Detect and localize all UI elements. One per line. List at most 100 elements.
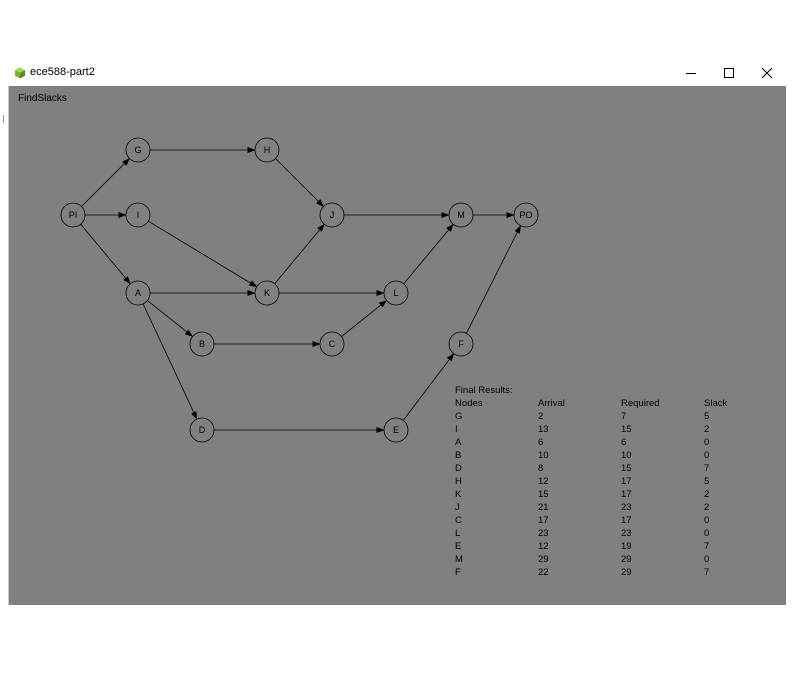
- cell-node: B: [455, 450, 462, 461]
- node-label: F: [458, 339, 464, 349]
- cell-node: J: [455, 502, 460, 513]
- node-label: PO: [519, 210, 532, 220]
- cell-arrival: 6: [538, 437, 544, 448]
- node-label: C: [329, 339, 336, 349]
- cell-required: 17: [621, 476, 632, 487]
- cell-required: 23: [621, 502, 632, 513]
- cell-arrival: 17: [538, 515, 549, 526]
- edge-a-b: [147, 300, 194, 337]
- cell-node: F: [455, 567, 461, 578]
- table-row: H 12 17 5: [455, 475, 744, 488]
- header-arrival: Arrival: [538, 398, 565, 409]
- edge-pi-a: [80, 223, 131, 285]
- cell-arrival: 15: [538, 489, 549, 500]
- node-j: J: [319, 202, 345, 228]
- app-icon: [15, 67, 25, 79]
- cell-arrival: 2: [538, 411, 544, 422]
- edge-c-l: [341, 300, 388, 337]
- cell-slack: 7: [704, 567, 710, 578]
- table-row: E 12 19 7: [455, 540, 744, 553]
- minimize-button[interactable]: [672, 60, 710, 86]
- node-label: D: [199, 425, 206, 435]
- app-window: ece588-part2 PI G I A H K B D J C L E M F PO FindSlack…: [8, 60, 786, 605]
- client-area: PI G I A H K B D J C L E M F PO FindSlacks Final Resul…: [8, 86, 786, 605]
- node-k: K: [254, 280, 280, 306]
- cell-slack: 5: [704, 411, 710, 422]
- cell-slack: 0: [704, 554, 710, 565]
- cell-required: 17: [621, 515, 632, 526]
- cell-required: 7: [621, 411, 627, 422]
- table-row: F 22 29 7: [455, 566, 744, 579]
- node-label: K: [264, 288, 270, 298]
- cell-arrival: 22: [538, 567, 549, 578]
- cell-arrival: 10: [538, 450, 549, 461]
- cell-slack: 2: [704, 489, 710, 500]
- table-row: I 13 15 2: [455, 423, 744, 436]
- cell-arrival: 8: [538, 463, 544, 474]
- minimize-icon: [686, 73, 696, 74]
- close-button[interactable]: [748, 60, 786, 86]
- edge-e-f: [402, 353, 455, 421]
- cell-required: 23: [621, 528, 632, 539]
- cell-node: L: [455, 528, 461, 539]
- title-bar[interactable]: ece588-part2: [8, 60, 786, 86]
- cell-arrival: 12: [538, 476, 549, 487]
- cell-required: 10: [621, 450, 632, 461]
- results-table: Nodes Arrival Required Slack G 2 7 5 I 13 15 2 A…: [455, 397, 744, 579]
- results-header-row: Nodes Arrival Required Slack: [455, 397, 744, 410]
- cell-slack: 2: [704, 502, 710, 513]
- cell-slack: 0: [704, 437, 710, 448]
- results-panel: Final Results: Nodes Arrival Required Sl…: [455, 384, 744, 579]
- node-a: A: [125, 280, 151, 306]
- cell-node: C: [455, 515, 462, 526]
- node-po: PO: [513, 202, 539, 228]
- cell-node: D: [455, 463, 462, 474]
- cell-required: 6: [621, 437, 627, 448]
- cell-node: M: [455, 554, 463, 565]
- node-f: F: [448, 331, 474, 357]
- node-i: I: [125, 202, 151, 228]
- edge-h-j: [275, 158, 324, 207]
- edge-a-d: [142, 303, 198, 420]
- maximize-icon: [724, 68, 734, 78]
- cell-required: 19: [621, 541, 632, 552]
- cell-node: A: [455, 437, 462, 448]
- table-row: M 29 29 0: [455, 553, 744, 566]
- edge-l-m: [403, 223, 454, 285]
- cell-slack: 5: [704, 476, 710, 487]
- node-label: PI: [69, 210, 78, 220]
- header-nodes: Nodes: [455, 398, 483, 409]
- table-row: A 6 6 0: [455, 436, 744, 449]
- cell-slack: 0: [704, 528, 710, 539]
- cell-slack: 7: [704, 463, 710, 474]
- cell-arrival: 23: [538, 528, 549, 539]
- edge-pi-g: [81, 158, 130, 207]
- node-d: D: [189, 417, 215, 443]
- node-label: B: [199, 339, 205, 349]
- node-m: M: [448, 202, 474, 228]
- edge-marker: [3, 115, 4, 123]
- table-row: B 10 10 0: [455, 449, 744, 462]
- cell-node: G: [455, 411, 463, 422]
- close-icon: [762, 68, 772, 78]
- node-e: E: [383, 417, 409, 443]
- cell-required: 29: [621, 567, 632, 578]
- header-slack: Slack: [704, 398, 728, 409]
- node-pi: PI: [60, 202, 86, 228]
- cell-node: I: [455, 424, 458, 435]
- table-row: J 21 23 2: [455, 501, 744, 514]
- node-label: J: [330, 210, 335, 220]
- cell-slack: 7: [704, 541, 710, 552]
- table-row: L 23 23 0: [455, 527, 744, 540]
- cell-node: H: [455, 476, 462, 487]
- cell-arrival: 21: [538, 502, 549, 513]
- node-h: H: [254, 137, 280, 163]
- node-label: L: [393, 288, 398, 298]
- table-row: C 17 17 0: [455, 514, 744, 527]
- find-slacks-button[interactable]: FindSlacks: [18, 93, 67, 104]
- maximize-button[interactable]: [710, 60, 748, 86]
- header-required: Required: [621, 398, 660, 409]
- cell-required: 15: [621, 424, 632, 435]
- node-l: L: [383, 280, 409, 306]
- node-label: M: [457, 210, 465, 220]
